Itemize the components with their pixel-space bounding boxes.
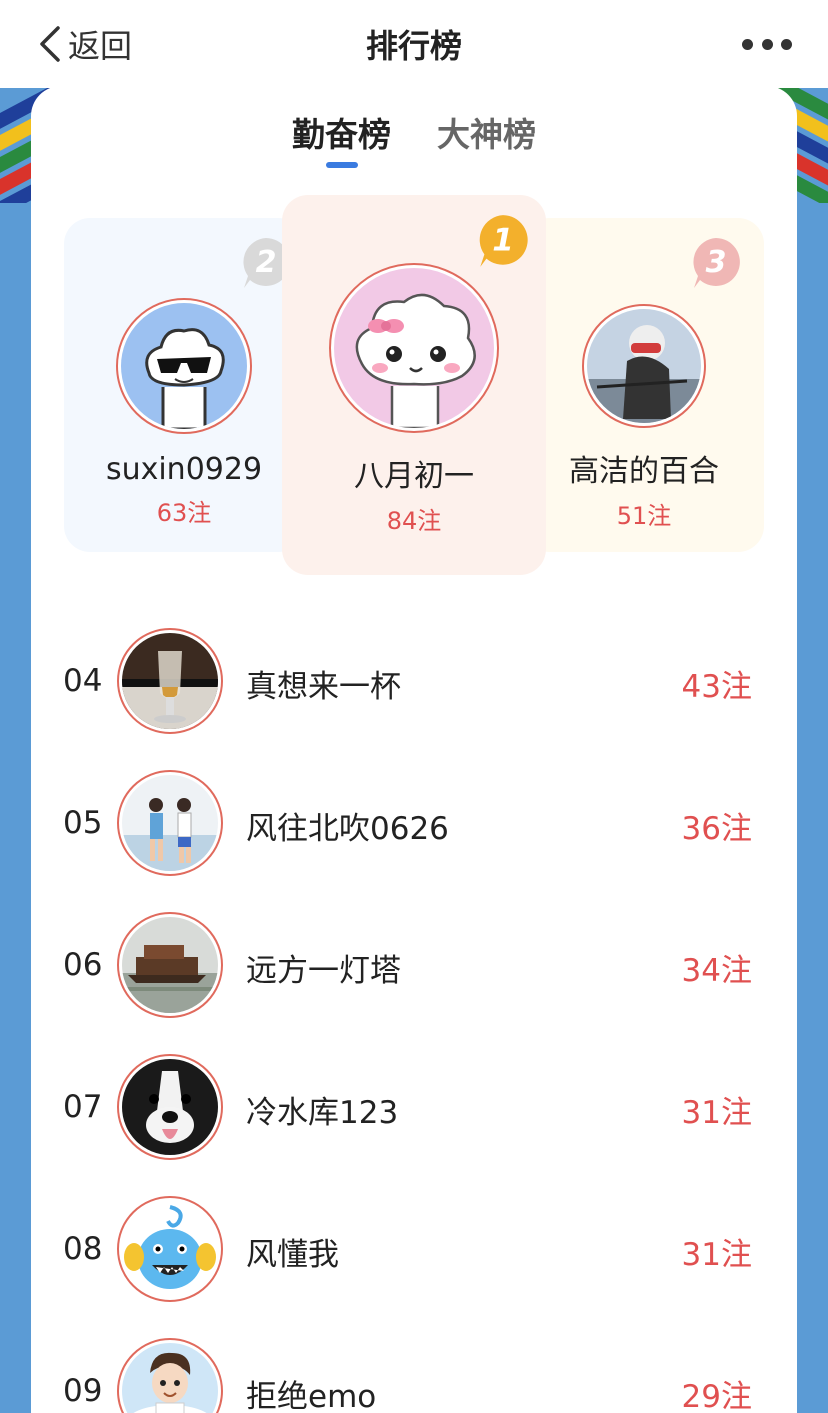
list-item[interactable]: 04 真想来一杯 43注 — [31, 625, 797, 735]
row-name: 远方一灯塔 — [246, 953, 401, 989]
row-rank: 06 — [63, 947, 103, 983]
rank-1-badge-icon: 1 — [479, 215, 528, 267]
list-item[interactable]: 09 拒绝emo 29注 — [31, 1335, 797, 1413]
rank-3-badge-icon: 3 — [693, 238, 740, 288]
avatar — [117, 1196, 223, 1302]
row-name: 风往北吹0626 — [246, 811, 449, 847]
avatar — [582, 304, 706, 428]
anime-boy-cartoon-icon — [122, 1343, 218, 1413]
podium-rank-2[interactable]: 2 suxin0929 63注 — [64, 218, 304, 552]
more-dots-icon[interactable] — [742, 28, 792, 60]
row-name: 真想来一杯 — [246, 669, 401, 705]
podium-name: 八月初一 — [354, 459, 474, 494]
river-boat-photo-icon — [122, 917, 218, 1013]
podium-rank-1[interactable]: 1 八月初一 84注 — [282, 195, 546, 575]
row-rank: 08 — [63, 1231, 103, 1267]
podium-rank-3[interactable]: 3 高洁的百合 51注 — [524, 218, 764, 552]
avatar — [116, 298, 252, 434]
podium-count: 51注 — [616, 502, 672, 530]
couple-beach-photo-icon — [122, 775, 218, 871]
list-item[interactable]: 05 风往北吹0626 36注 — [31, 767, 797, 877]
pink-bow-cloud-avatar-icon — [334, 268, 494, 428]
tab-label: 大神榜 — [437, 115, 536, 154]
row-name: 拒绝emo — [246, 1379, 377, 1413]
list-item[interactable]: 07 冷水库123 31注 — [31, 1051, 797, 1161]
row-count: 34注 — [681, 953, 752, 989]
avatar — [117, 1054, 223, 1160]
leaderboard-card: 勤奋榜 大神榜 2 suxin0929 63注 3 高洁的百合 51注 1 八月… — [31, 86, 797, 1413]
page-title: 排行榜 — [365, 27, 462, 65]
list-item[interactable]: 08 风懂我 31注 — [31, 1193, 797, 1303]
avatar — [329, 263, 499, 433]
row-count: 31注 — [681, 1237, 752, 1273]
podium-name: suxin0929 — [105, 452, 263, 487]
sunglasses-cloud-avatar-icon — [121, 303, 247, 429]
tab-diligence[interactable]: 勤奋榜 — [292, 108, 391, 178]
row-name: 风懂我 — [246, 1237, 339, 1273]
cyclist-photo-avatar-icon — [587, 309, 701, 423]
svg-text:1: 1 — [492, 222, 514, 258]
chevron-left-icon — [40, 26, 60, 62]
svg-text:2: 2 — [256, 245, 277, 280]
top-nav-bar: 返回 排行榜 — [0, 0, 828, 88]
tab-master[interactable]: 大神榜 — [437, 108, 536, 178]
active-tab-indicator — [325, 162, 358, 168]
row-name: 冷水库123 — [246, 1095, 399, 1131]
podium-count: 84注 — [386, 507, 442, 535]
row-count: 29注 — [681, 1379, 752, 1413]
row-count: 31注 — [681, 1095, 752, 1131]
row-rank: 07 — [63, 1089, 103, 1125]
row-count: 36注 — [681, 811, 752, 847]
back-label: 返回 — [68, 27, 133, 65]
podium-name: 高洁的百合 — [569, 454, 719, 489]
tab-bar: 勤奋榜 大神榜 — [31, 108, 797, 178]
row-rank: 04 — [63, 663, 103, 699]
row-count: 43注 — [681, 669, 752, 705]
tab-label: 勤奋榜 — [292, 115, 391, 154]
whisky-glass-photo-icon — [122, 633, 218, 729]
podium-count: 63注 — [156, 499, 212, 527]
border-collie-photo-icon — [122, 1059, 218, 1155]
blue-monster-cartoon-icon — [122, 1201, 218, 1297]
svg-text:3: 3 — [706, 245, 727, 280]
back-button[interactable]: 返回 — [36, 22, 132, 66]
list-item[interactable]: 06 远方一灯塔 34注 — [31, 909, 797, 1019]
avatar — [117, 770, 223, 876]
row-rank: 09 — [63, 1373, 103, 1409]
avatar — [117, 628, 223, 734]
avatar — [117, 912, 223, 1018]
row-rank: 05 — [63, 805, 103, 841]
avatar — [117, 1338, 223, 1413]
